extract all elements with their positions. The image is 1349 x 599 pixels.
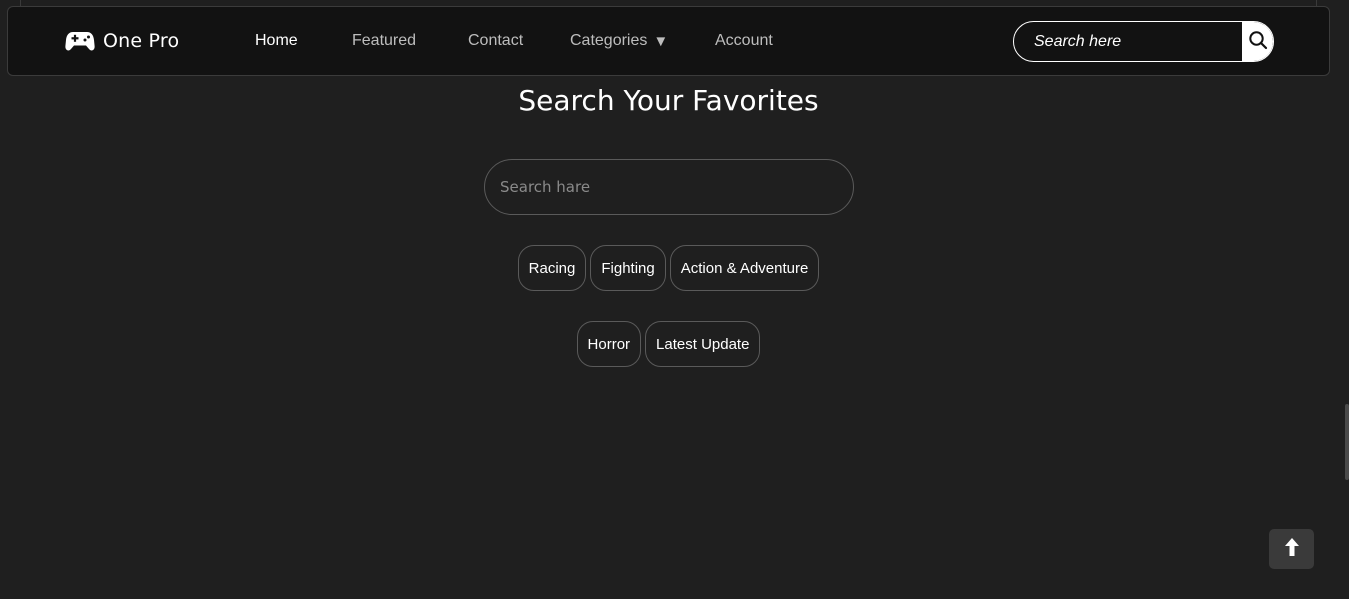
chip-racing[interactable]: Racing [517,245,587,291]
gamepad-icon [65,30,95,52]
scrollbar-thumb[interactable] [1345,404,1349,480]
caret-down-icon: ▼ [653,32,669,50]
nav-categories-label: Categories [570,32,648,49]
chip-fighting[interactable]: Fighting [590,245,666,291]
navbar: One Pro Home Featured Contact Categories… [7,6,1330,76]
nav-search-input[interactable] [1014,22,1242,61]
nav-home[interactable]: Home [255,7,298,75]
scroll-to-top-button[interactable] [1269,529,1314,569]
page-heading: Search Your Favorites [518,84,819,117]
nav-categories[interactable]: Categories ▼ [570,7,668,75]
category-chips-row-1: Racing Fighting Action & Adventure [0,245,1337,291]
nav-contact[interactable]: Contact [468,7,523,75]
brand-logo[interactable]: One Pro [65,7,179,75]
brand-name: One Pro [103,30,180,52]
chip-action-adventure[interactable]: Action & Adventure [669,245,820,291]
chip-horror[interactable]: Horror [576,321,642,367]
category-chips-row-2: Horror Latest Update [0,321,1337,367]
main-search-input[interactable] [484,159,854,215]
nav-account[interactable]: Account [715,7,773,75]
chip-latest-update[interactable]: Latest Update [645,321,761,367]
search-icon [1248,30,1268,53]
nav-featured[interactable]: Featured [352,7,416,75]
nav-search [1013,21,1274,62]
arrow-up-icon [1284,537,1300,561]
nav-search-button[interactable] [1242,22,1273,61]
